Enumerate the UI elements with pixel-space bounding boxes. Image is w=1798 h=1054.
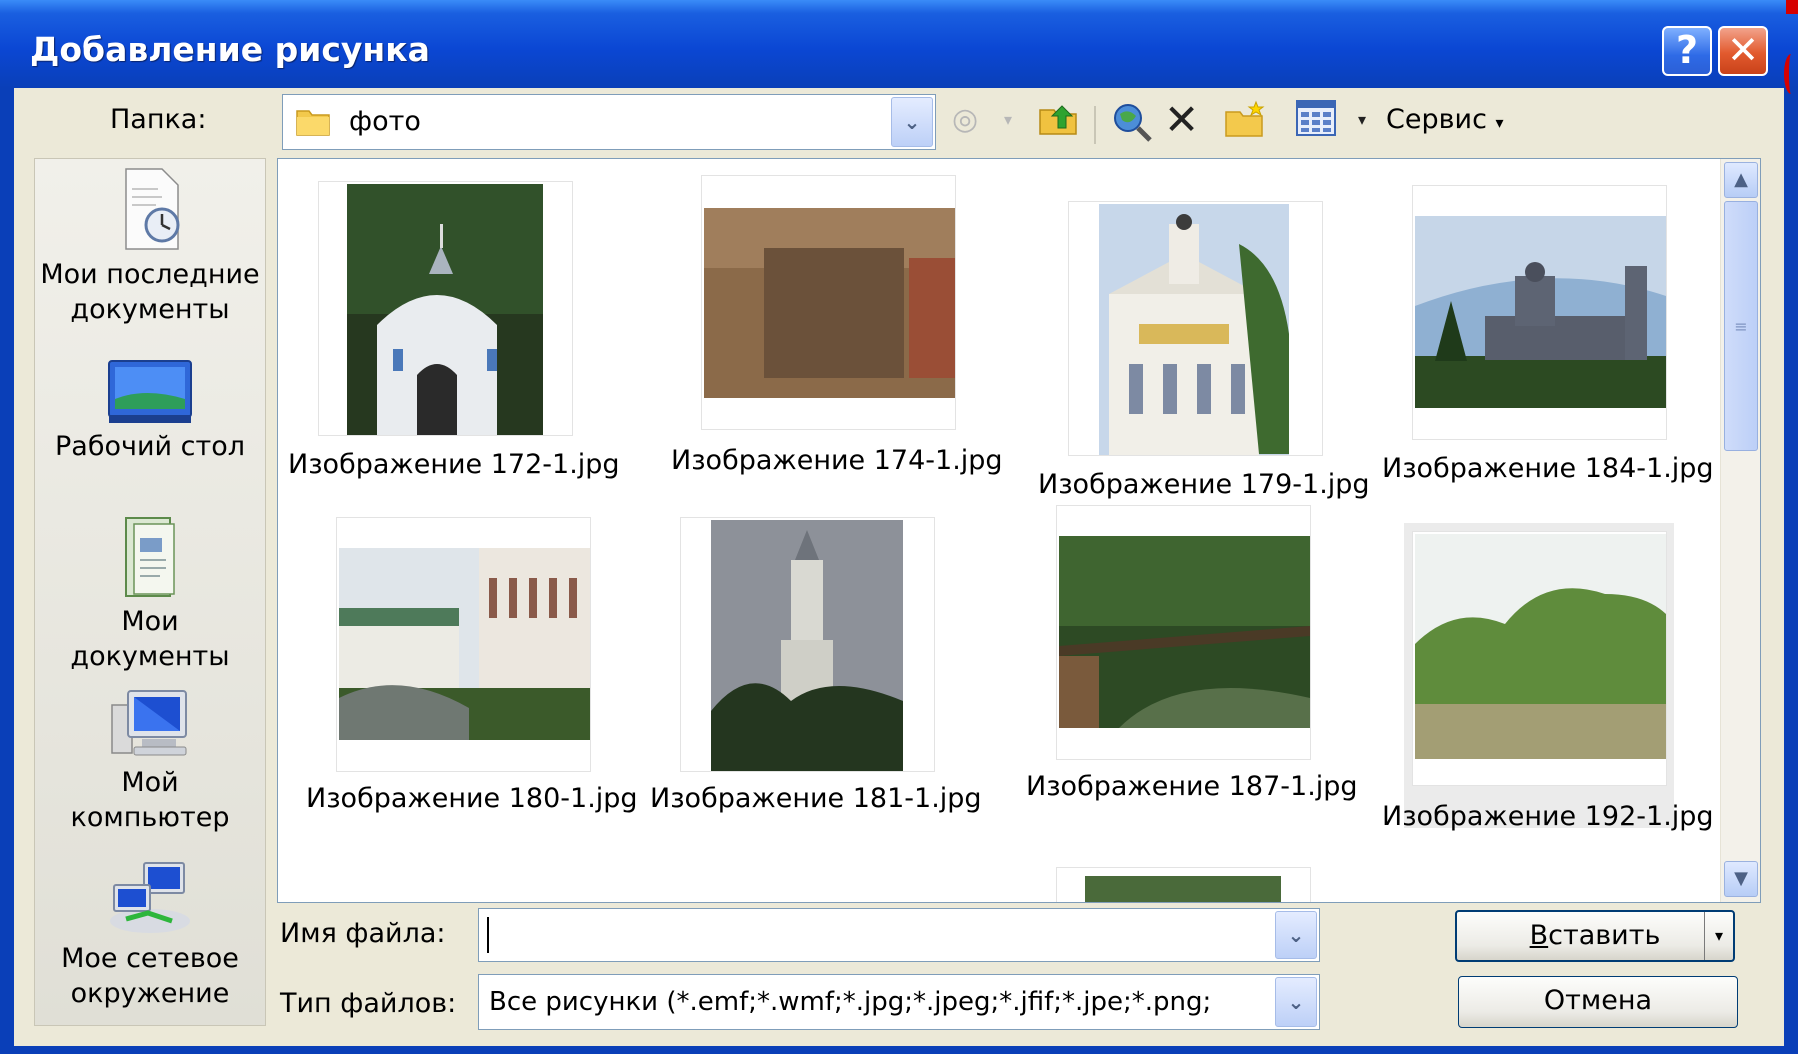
file-name: Изображение 181-1.jpg — [650, 783, 982, 814]
vertical-scrollbar[interactable]: ▲ ≡ ▼ — [1720, 159, 1760, 902]
filetype-value: Все рисунки (*.emf;*.wmf;*.jpg;*.jpeg;*.… — [489, 987, 1212, 1017]
delete-icon[interactable]: ✕ — [1164, 98, 1199, 142]
new-folder-icon[interactable] — [1224, 100, 1266, 144]
dialog-client-area: Папка: фото ⌄ ◎ ▾ ✕ ▾ Сервис ▾ Мои после… — [14, 88, 1784, 1046]
dialog-window: Добавление рисунка ? ✕ Папка: фото ⌄ ◎ ▾ — [0, 0, 1798, 1054]
toolbar-separator — [1094, 106, 1096, 144]
up-folder-icon[interactable] — [1038, 100, 1078, 144]
red-annotation-mark — [1786, 0, 1798, 14]
thumbnail-frame — [701, 175, 956, 430]
forest-photo — [1059, 536, 1310, 728]
filename-label: Имя файла: — [280, 918, 446, 949]
folder-label: Папка: — [110, 104, 207, 135]
thumbnail-frame — [1056, 505, 1311, 760]
place-label: окружение — [70, 978, 230, 1009]
place-label: документы — [70, 294, 230, 325]
file-name: Изображение 174-1.jpg — [671, 445, 1003, 476]
river-photo — [1415, 534, 1666, 785]
courtyard-photo — [339, 548, 590, 740]
back-dropdown-icon[interactable]: ▾ — [1004, 98, 1012, 142]
thumbnail-frame — [336, 517, 591, 772]
my-documents-icon — [35, 514, 265, 604]
filetype-dropdown-arrow[interactable]: ⌄ — [1275, 977, 1317, 1027]
place-desktop[interactable]: Рабочий стол — [35, 359, 265, 464]
insert-button-accelerator: В — [1529, 920, 1549, 951]
partial-thumbnail-frame — [1056, 867, 1311, 902]
file-name: Изображение 184-1.jpg — [1382, 453, 1714, 484]
service-menu-label: Сервис — [1386, 104, 1487, 135]
filename-dropdown-arrow[interactable]: ⌄ — [1275, 911, 1317, 959]
filename-combobox[interactable]: ⌄ — [478, 908, 1320, 962]
my-computer-icon — [35, 687, 265, 765]
views-icon[interactable] — [1296, 100, 1336, 144]
text-cursor — [487, 917, 489, 953]
folder-combobox[interactable]: фото ⌄ — [282, 94, 936, 150]
file-name: Изображение 172-1.jpg — [288, 449, 620, 480]
place-recent-documents[interactable]: Мои последние документы — [35, 167, 265, 327]
folder-dropdown-arrow[interactable]: ⌄ — [891, 97, 933, 147]
places-bar: Мои последние документы Рабочий стол Мои… — [34, 158, 266, 1026]
thumbnail-frame — [1068, 201, 1323, 456]
window-title: Добавление рисунка — [30, 30, 430, 69]
recent-documents-icon — [35, 167, 265, 257]
place-my-documents[interactable]: Мои документы — [35, 514, 265, 674]
file-name: Изображение 179-1.jpg — [1038, 469, 1370, 500]
web-search-icon[interactable] — [1110, 100, 1154, 144]
thumbnail-frame — [1412, 185, 1667, 440]
help-button[interactable]: ? — [1662, 26, 1712, 76]
cathedral-photo — [1099, 204, 1289, 455]
service-dropdown-icon: ▾ — [1495, 113, 1504, 132]
thumbnail-frame — [680, 517, 935, 772]
bell-tower-photo — [711, 520, 903, 771]
thumbnail-frame — [318, 181, 573, 436]
place-label: Мой — [121, 767, 179, 798]
file-list[interactable]: Изображение 172-1.jpg Изображение 174-1.… — [277, 158, 1761, 903]
red-annotation-curve — [1784, 54, 1798, 94]
scroll-down-arrow-icon[interactable]: ▼ — [1724, 861, 1758, 897]
insert-button-label: ставить — [1548, 920, 1661, 951]
service-menu[interactable]: Сервис ▾ — [1386, 104, 1504, 135]
insert-dropdown-arrow[interactable]: ▾ — [1704, 912, 1733, 960]
thumbnail-frame — [1412, 531, 1667, 786]
place-label: Рабочий стол — [55, 431, 245, 462]
title-bar[interactable]: Добавление рисунка ? ✕ — [0, 0, 1798, 88]
place-label: Мои — [121, 606, 179, 637]
chapel-photo — [347, 184, 543, 435]
place-network[interactable]: Мое сетевое окружение — [35, 861, 265, 1011]
filetype-label: Тип файлов: — [280, 988, 457, 1019]
network-places-icon — [35, 861, 265, 941]
views-dropdown-icon[interactable]: ▾ — [1358, 98, 1366, 142]
place-my-computer[interactable]: Мой компьютер — [35, 687, 265, 835]
partial-photo — [1085, 876, 1281, 902]
close-button[interactable]: ✕ — [1718, 26, 1768, 76]
desktop-icon — [35, 359, 265, 429]
place-label: компьютер — [70, 802, 230, 833]
cancel-button[interactable]: Отмена — [1458, 976, 1738, 1028]
scroll-up-arrow-icon[interactable]: ▲ — [1724, 162, 1758, 198]
filetype-combobox[interactable]: Все рисунки (*.emf;*.wmf;*.jpg;*.jpeg;*.… — [478, 974, 1320, 1030]
excavation-photo — [704, 208, 955, 398]
place-label: Мое сетевое — [61, 943, 239, 974]
insert-button[interactable]: Вставить ▾ — [1455, 910, 1735, 962]
scroll-thumb[interactable]: ≡ — [1724, 201, 1758, 451]
file-name: Изображение 180-1.jpg — [306, 783, 638, 814]
file-name: Изображение 187-1.jpg — [1026, 771, 1358, 802]
folder-icon — [295, 103, 331, 143]
monastery-photo — [1415, 216, 1666, 408]
back-icon[interactable]: ◎ — [952, 98, 978, 142]
place-label: Мои последние — [40, 259, 260, 290]
file-name: Изображение 192-1.jpg — [1382, 801, 1714, 832]
folder-value: фото — [349, 106, 421, 137]
place-label: документы — [70, 641, 230, 672]
